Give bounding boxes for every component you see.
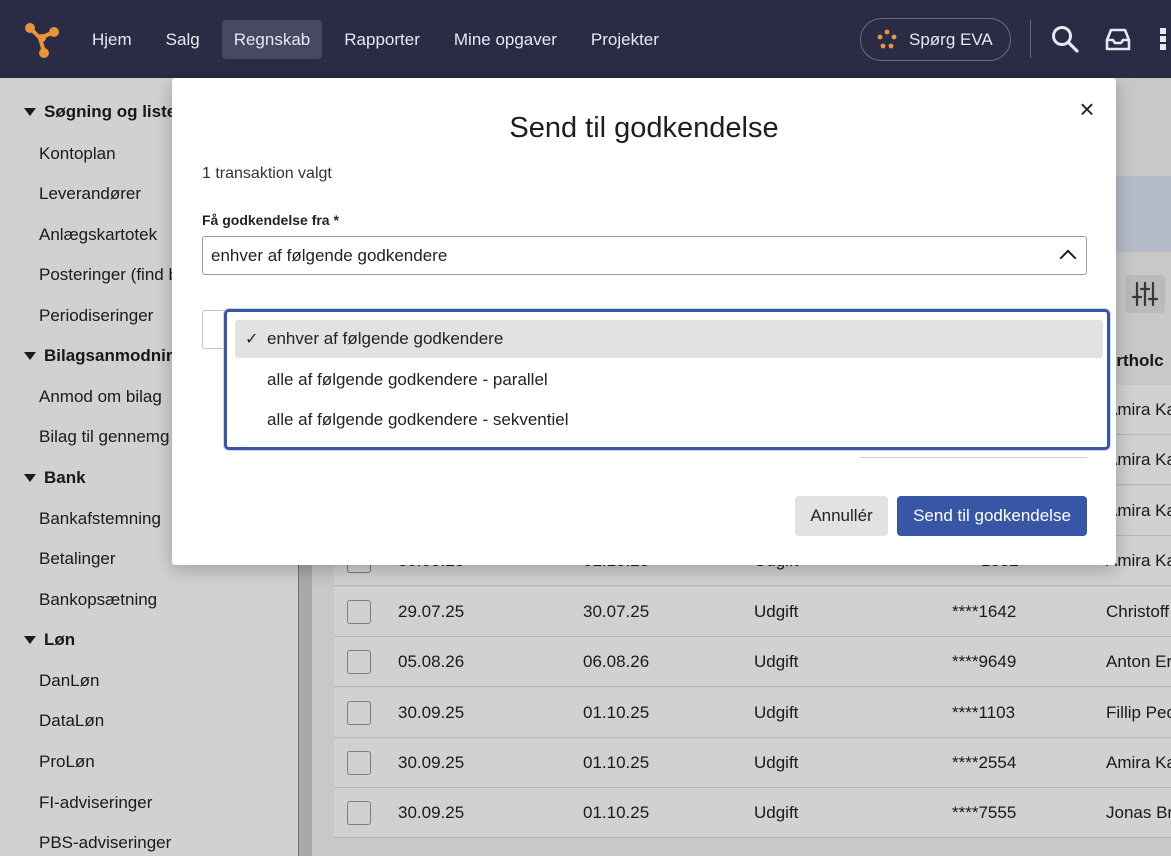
nav-salg[interactable]: Salg xyxy=(154,20,212,59)
nav-projekter[interactable]: Projekter xyxy=(579,20,671,59)
topbar-divider xyxy=(1030,20,1031,58)
top-navigation-bar: Hjem Salg Regnskab Rapporter Mine opgave… xyxy=(0,0,1171,78)
option-all-parallel[interactable]: alle af følgende godkendere - parallel xyxy=(235,361,1103,399)
cancel-button[interactable]: Annullér xyxy=(795,496,888,536)
send-for-approval-button[interactable]: Send til godkendelse xyxy=(897,496,1087,536)
option-all-sequential[interactable]: alle af følgende godkendere - sekventiel xyxy=(235,401,1103,439)
option-any-approver[interactable]: ✓ enhver af følgende godkendere xyxy=(235,320,1103,358)
option-label: alle af følgende godkendere - parallel xyxy=(267,370,548,389)
search-icon[interactable] xyxy=(1050,24,1080,54)
nav-hjem[interactable]: Hjem xyxy=(80,20,144,59)
approver-field-underline xyxy=(860,450,1087,458)
nav-mine-opgaver[interactable]: Mine opgaver xyxy=(442,20,569,59)
app-logo-icon[interactable] xyxy=(22,20,62,60)
eva-dots-icon xyxy=(877,29,897,48)
selected-count-text: 1 transaktion valgt xyxy=(202,165,332,182)
chevron-up-icon xyxy=(1059,249,1077,267)
approval-mode-select[interactable]: enhver af følgende godkendere xyxy=(202,236,1087,275)
nav-regnskab[interactable]: Regnskab xyxy=(221,20,323,59)
inbox-icon[interactable] xyxy=(1103,24,1133,54)
close-icon[interactable]: × xyxy=(1075,96,1099,122)
option-label: alle af følgende godkendere - sekventiel xyxy=(267,410,569,429)
dialog-title: Send til godkendelse xyxy=(509,112,779,144)
nav-rapporter[interactable]: Rapporter xyxy=(332,20,432,59)
main-nav: Hjem Salg Regnskab Rapporter Mine opgave… xyxy=(80,20,681,59)
grid-menu-icon[interactable] xyxy=(1158,24,1171,54)
approval-mode-dropdown: ✓ enhver af følgende godkendere alle af … xyxy=(224,309,1110,450)
send-for-approval-dialog: Send til godkendelse × 1 transaktion val… xyxy=(172,78,1116,565)
ask-eva-label: Spørg EVA xyxy=(909,29,993,49)
option-label: enhver af følgende godkendere xyxy=(267,329,504,348)
approval-from-label: Få godkendelse fra * xyxy=(202,212,339,228)
approval-mode-value: enhver af følgende godkendere xyxy=(211,246,448,265)
check-icon: ✓ xyxy=(245,331,259,348)
ask-eva-button[interactable]: Spørg EVA xyxy=(860,18,1011,61)
